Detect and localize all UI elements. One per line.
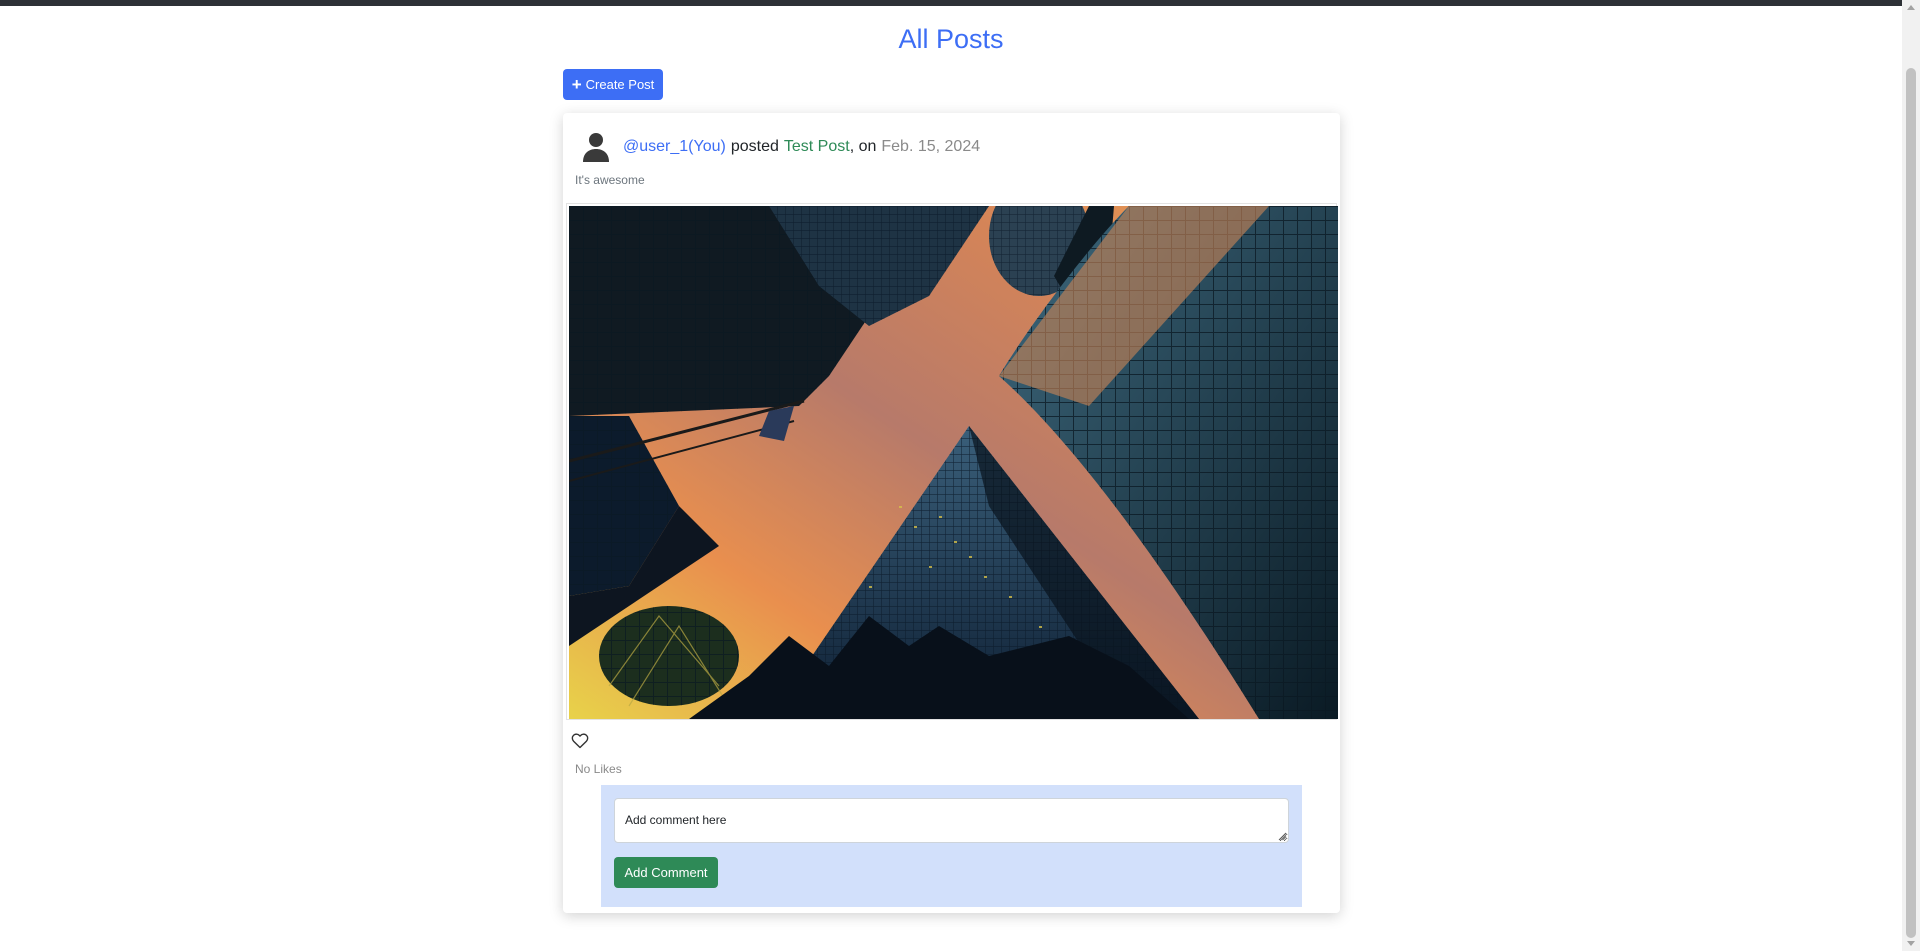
browser-top-bar [0,0,1902,6]
add-comment-button[interactable]: Add Comment [614,857,718,888]
user-avatar-icon [583,133,609,162]
plus-icon: + [571,75,582,94]
post-card: @user_1(You) posted Test Post , on Feb. … [563,113,1340,913]
post-image [566,203,1338,720]
post-title-link[interactable]: Test Post [784,138,850,156]
post-date: Feb. 15, 2024 [881,138,981,155]
scrollbar-thumb[interactable] [1906,68,1916,938]
on-text: , on [849,138,877,155]
scroll-up-icon[interactable] [1907,5,1915,10]
comment-input[interactable] [614,798,1289,843]
page-title: All Posts [898,24,1004,54]
create-post-label: Create Post [585,77,655,92]
comment-form: Add Comment [601,785,1302,907]
scroll-down-icon[interactable] [1907,941,1915,946]
skyscrapers-photo [569,206,1338,719]
posted-text: posted [730,138,779,155]
resize-grip-icon[interactable] [1278,832,1287,841]
likes-count: No Likes [575,762,622,776]
post-description: It's awesome [575,173,645,187]
vertical-scrollbar[interactable] [1902,0,1920,951]
heart-outline-icon[interactable] [571,732,589,750]
post-author-link[interactable]: @user_1(You) [623,138,726,156]
post-header: @user_1(You) posted Test Post , on Feb. … [581,131,980,163]
create-post-button[interactable]: + Create Post [563,69,663,100]
